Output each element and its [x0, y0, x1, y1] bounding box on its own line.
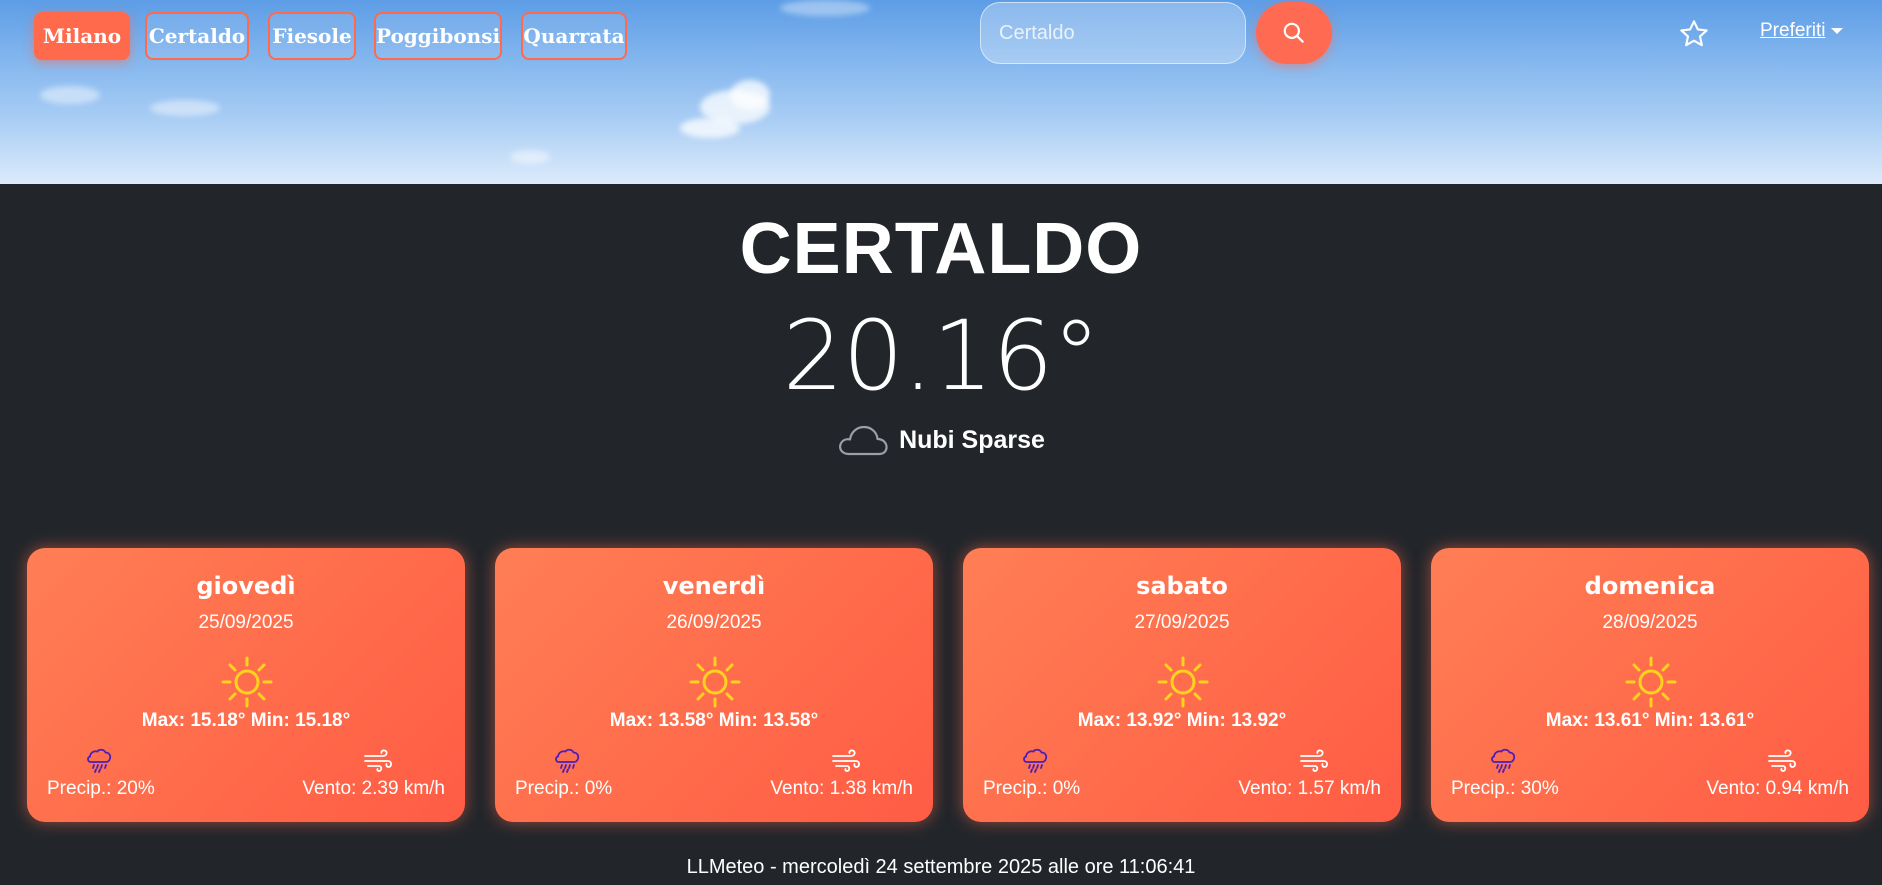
- cloud-icon: [839, 425, 888, 456]
- forecast-precipitation: Precip.: 0%: [515, 778, 613, 799]
- forecast-day: venerdì: [662, 572, 766, 600]
- wind-icon: [1768, 749, 1796, 772]
- cloud-decoration: [40, 86, 100, 104]
- header-banner: Milano Certaldo Fiesole Poggibonsi Quarr…: [0, 0, 1882, 184]
- cloud-decoration: [730, 80, 770, 110]
- forecast-date: 26/09/2025: [666, 612, 762, 633]
- cloud-decoration: [510, 150, 550, 164]
- forecast-wind: Vento: 2.39 km/h: [302, 778, 445, 799]
- forecast-wind: Vento: 0.94 km/h: [1706, 778, 1849, 799]
- sun-icon: [1157, 656, 1209, 708]
- forecast-card: venerdì 26/09/2025 Max: 13.58° Min: 13.5…: [495, 548, 933, 822]
- footer-text: LLMeteo - mercoledì 24 settembre 2025 al…: [686, 856, 1196, 878]
- favorites-label: Preferiti: [1760, 20, 1826, 41]
- sun-icon: [1625, 656, 1677, 708]
- forecast-wind: Vento: 1.57 km/h: [1238, 778, 1381, 799]
- forecast-card: sabato 27/09/2025 Max: 13.92° Min: 13.92…: [963, 548, 1401, 822]
- forecast-day: giovedì: [196, 572, 296, 600]
- city-button-milano[interactable]: Milano: [34, 12, 130, 60]
- forecast-precipitation: Precip.: 0%: [983, 778, 1081, 799]
- forecast-maxmin: Max: 13.92° Min: 13.92°: [1077, 710, 1287, 731]
- favorite-star-button[interactable]: [1676, 16, 1712, 52]
- cloud-decoration: [680, 118, 740, 138]
- chevron-down-icon: [1831, 28, 1844, 34]
- rain-icon: [1491, 748, 1516, 773]
- city-button-poggibonsi[interactable]: Poggibonsi: [374, 12, 502, 60]
- rain-icon: [555, 748, 580, 773]
- forecast-precipitation: Precip.: 30%: [1451, 778, 1559, 799]
- current-temperature: 20.16°: [782, 300, 1101, 412]
- forecast-card: giovedì 25/09/2025 Max: 15.18° Min: 15.1…: [27, 548, 465, 822]
- rain-icon: [87, 748, 112, 773]
- favorites-dropdown[interactable]: Preferiti: [1760, 20, 1844, 42]
- city-title: CERTALDO: [739, 209, 1143, 289]
- forecast-wind: Vento: 1.38 km/h: [770, 778, 913, 799]
- forecast-day: sabato: [1136, 572, 1228, 600]
- current-condition: Nubi Sparse: [0, 420, 1882, 460]
- forecast-date: 27/09/2025: [1134, 612, 1230, 633]
- forecast-precipitation: Precip.: 20%: [47, 778, 155, 799]
- forecast-card: domenica 28/09/2025 Max: 13.61° Min: 13.…: [1431, 548, 1869, 822]
- city-button-fiesole[interactable]: Fiesole: [268, 12, 356, 60]
- search-button[interactable]: [1256, 2, 1332, 64]
- forecast-date: 25/09/2025: [198, 612, 294, 633]
- forecast-day: domenica: [1584, 572, 1716, 600]
- wind-icon: [364, 749, 392, 772]
- cloud-decoration: [150, 100, 220, 116]
- star-icon: [1680, 20, 1708, 47]
- forecast-maxmin: Max: 13.58° Min: 13.58°: [609, 710, 819, 731]
- sun-icon: [221, 656, 273, 708]
- forecast-maxmin: Max: 13.61° Min: 13.61°: [1545, 710, 1755, 731]
- city-button-certaldo[interactable]: Certaldo: [145, 12, 249, 60]
- wind-icon: [1300, 749, 1328, 772]
- cloud-decoration: [780, 0, 870, 16]
- search-icon: [1283, 22, 1304, 43]
- search-input[interactable]: Certaldo: [980, 2, 1246, 64]
- city-button-quarrata[interactable]: Quarrata: [521, 12, 627, 60]
- sun-icon: [689, 656, 741, 708]
- forecast-date: 28/09/2025: [1602, 612, 1698, 633]
- wind-icon: [832, 749, 860, 772]
- condition-label: Nubi Sparse: [899, 425, 1045, 454]
- forecast-maxmin: Max: 15.18° Min: 15.18°: [141, 710, 351, 731]
- rain-icon: [1023, 748, 1048, 773]
